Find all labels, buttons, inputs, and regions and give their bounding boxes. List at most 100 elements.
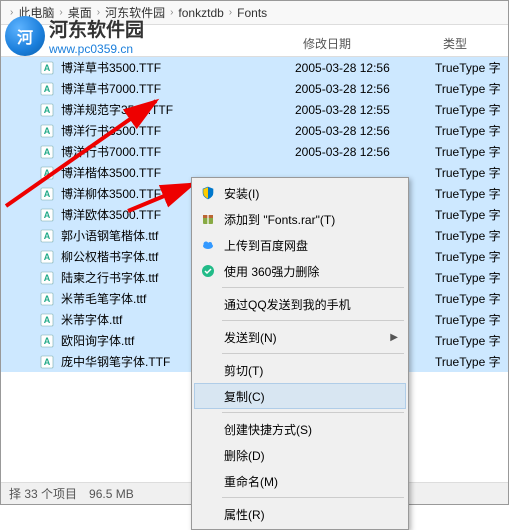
menu-label: 安装(I): [224, 185, 259, 202]
menu-label: 复制(C): [224, 388, 265, 405]
font-file-icon: A: [39, 207, 55, 223]
file-type: TrueType 字: [435, 122, 508, 139]
svg-text:A: A: [44, 105, 51, 115]
svg-text:A: A: [44, 273, 51, 283]
crumb-item[interactable]: Fonts: [237, 6, 267, 20]
svg-text:A: A: [44, 63, 51, 73]
menu-send-to[interactable]: 发送到(N) ▶: [194, 324, 406, 350]
status-selection: 择 33 个项目: [9, 485, 77, 502]
svg-text:A: A: [44, 231, 51, 241]
delete-icon: [200, 263, 216, 279]
font-file-icon: A: [39, 228, 55, 244]
menu-delete[interactable]: 删除(D): [194, 442, 406, 468]
watermark-logo: 河 河东软件园 www.pc0359.cn: [5, 15, 144, 56]
svg-text:A: A: [44, 357, 51, 367]
svg-text:A: A: [44, 168, 51, 178]
cloud-icon: [200, 237, 216, 253]
svg-text:A: A: [44, 210, 51, 220]
menu-rename[interactable]: 重命名(M): [194, 468, 406, 494]
menu-separator: [222, 412, 404, 413]
font-file-icon: A: [39, 144, 55, 160]
file-name: 博洋行书3500.TTF: [61, 122, 295, 139]
file-type: TrueType 字: [435, 101, 508, 118]
font-file-icon: A: [39, 123, 55, 139]
font-file-icon: A: [39, 249, 55, 265]
menu-label: 使用 360强力删除: [224, 263, 319, 280]
menu-cut[interactable]: 剪切(T): [194, 357, 406, 383]
file-name: 博洋行书7000.TTF: [61, 143, 295, 160]
crumb-item[interactable]: fonkztdb: [178, 6, 223, 20]
file-type: TrueType 字: [435, 332, 508, 349]
menu-label: 创建快捷方式(S): [224, 421, 312, 438]
menu-send-qq[interactable]: 通过QQ发送到我的手机: [194, 291, 406, 317]
menu-360-delete[interactable]: 使用 360强力删除: [194, 258, 406, 284]
file-date: 2005-03-28 12:56: [295, 82, 435, 96]
header-type[interactable]: 类型: [435, 31, 508, 56]
font-file-icon: A: [39, 102, 55, 118]
menu-copy[interactable]: 复制(C): [194, 383, 406, 409]
shield-icon: [200, 185, 216, 201]
chevron-right-icon: ›: [167, 7, 176, 18]
font-file-icon: A: [39, 81, 55, 97]
file-date: 2005-03-28 12:56: [295, 61, 435, 75]
menu-label: 发送到(N): [224, 329, 277, 346]
menu-separator: [222, 287, 404, 288]
logo-icon: 河: [5, 16, 45, 56]
svg-text:A: A: [44, 315, 51, 325]
menu-upload-baidu[interactable]: 上传到百度网盘: [194, 232, 406, 258]
file-name: 博洋草书3500.TTF: [61, 59, 295, 76]
font-file-icon: A: [39, 333, 55, 349]
header-date[interactable]: 修改日期: [295, 31, 435, 56]
menu-label: 剪切(T): [224, 362, 263, 379]
file-row[interactable]: A博洋行书3500.TTF2005-03-28 12:56TrueType 字: [1, 120, 508, 141]
svg-text:A: A: [44, 336, 51, 346]
menu-separator: [222, 353, 404, 354]
archive-icon: [200, 211, 216, 227]
font-file-icon: A: [39, 270, 55, 286]
file-row[interactable]: A博洋草书7000.TTF2005-03-28 12:56TrueType 字: [1, 78, 508, 99]
menu-label: 添加到 "Fonts.rar"(T): [224, 211, 335, 228]
svg-text:A: A: [44, 126, 51, 136]
file-type: TrueType 字: [435, 311, 508, 328]
logo-url: www.pc0359.cn: [49, 42, 144, 56]
font-file-icon: A: [39, 354, 55, 370]
menu-label: 上传到百度网盘: [224, 237, 308, 254]
menu-label: 通过QQ发送到我的手机: [224, 296, 351, 313]
menu-separator: [222, 320, 404, 321]
logo-name: 河东软件园: [49, 15, 144, 42]
font-file-icon: A: [39, 60, 55, 76]
file-type: TrueType 字: [435, 164, 508, 181]
menu-label: 属性(R): [224, 506, 265, 523]
context-menu: 安装(I) 添加到 "Fonts.rar"(T) 上传到百度网盘 使用 360强…: [191, 177, 409, 530]
menu-add-rar[interactable]: 添加到 "Fonts.rar"(T): [194, 206, 406, 232]
file-type: TrueType 字: [435, 59, 508, 76]
chevron-right-icon: ▶: [390, 332, 398, 343]
file-type: TrueType 字: [435, 185, 508, 202]
chevron-right-icon: ›: [226, 7, 235, 18]
font-file-icon: A: [39, 291, 55, 307]
menu-install[interactable]: 安装(I): [194, 180, 406, 206]
menu-label: 重命名(M): [224, 473, 278, 490]
file-type: TrueType 字: [435, 80, 508, 97]
svg-text:A: A: [44, 147, 51, 157]
svg-text:A: A: [44, 84, 51, 94]
svg-text:A: A: [44, 252, 51, 262]
menu-separator: [222, 497, 404, 498]
file-type: TrueType 字: [435, 269, 508, 286]
svg-text:A: A: [44, 294, 51, 304]
file-row[interactable]: A博洋行书7000.TTF2005-03-28 12:56TrueType 字: [1, 141, 508, 162]
file-date: 2005-03-28 12:56: [295, 145, 435, 159]
file-row[interactable]: A 博洋草书3500.TTF2005-03-28 12:56TrueType 字: [1, 57, 508, 78]
font-file-icon: A: [39, 312, 55, 328]
font-file-icon: A: [39, 186, 55, 202]
status-size: 96.5 MB: [89, 487, 134, 501]
file-row[interactable]: A博洋规范字3500.TTF2005-03-28 12:55TrueType 字: [1, 99, 508, 120]
menu-create-shortcut[interactable]: 创建快捷方式(S): [194, 416, 406, 442]
file-type: TrueType 字: [435, 206, 508, 223]
svg-text:A: A: [44, 189, 51, 199]
file-type: TrueType 字: [435, 290, 508, 307]
font-file-icon: A: [39, 165, 55, 181]
file-type: TrueType 字: [435, 353, 508, 370]
menu-label: 删除(D): [224, 447, 265, 464]
file-type: TrueType 字: [435, 248, 508, 265]
